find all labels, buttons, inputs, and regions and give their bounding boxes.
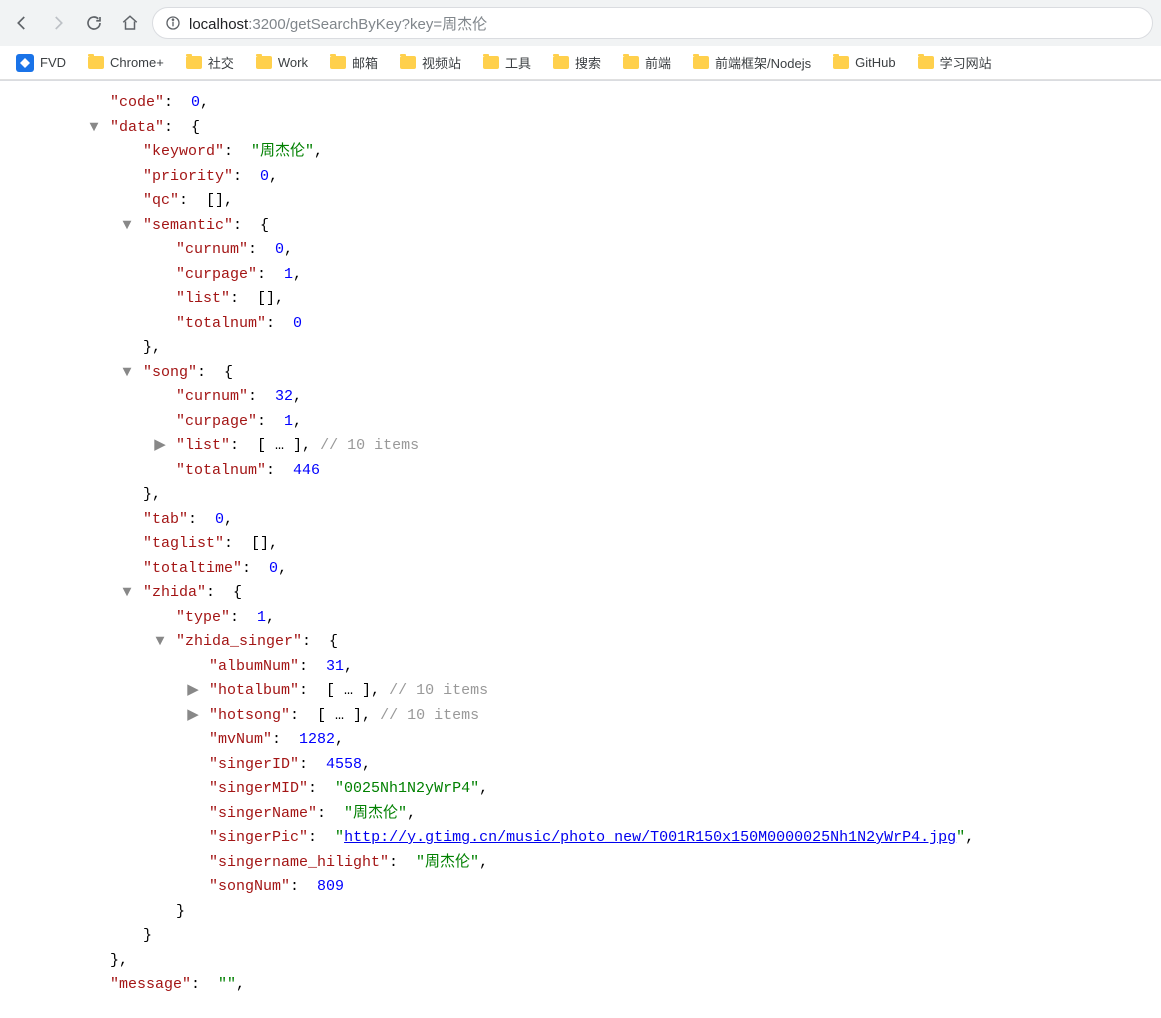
bookmark-工具[interactable]: 工具 <box>475 49 539 76</box>
folder-icon <box>256 56 272 69</box>
json-row: }, <box>40 949 1161 974</box>
bookmark-学习网站[interactable]: 学习网站 <box>910 49 1000 76</box>
bookmark-label: 搜索 <box>575 53 601 72</box>
bookmark-github[interactable]: GitHub <box>825 51 903 74</box>
folder-icon <box>483 56 499 69</box>
folder-icon <box>623 56 639 69</box>
folder-icon <box>88 56 104 69</box>
json-row: ▼"zhida": { <box>40 581 1161 606</box>
json-row: "mvNum": 1282, <box>40 728 1161 753</box>
folder-icon <box>330 56 346 69</box>
json-row: "list": [], <box>40 287 1161 312</box>
json-row: "curpage": 1, <box>40 263 1161 288</box>
json-row: ▶"hotalbum": [ … ], // 10 items <box>40 679 1161 704</box>
toggle-down-icon[interactable]: ▼ <box>121 581 133 606</box>
json-row: "totalnum": 446 <box>40 459 1161 484</box>
toggle-right-icon[interactable]: ▶ <box>187 679 199 704</box>
toggle-down-icon[interactable]: ▼ <box>121 361 133 386</box>
json-row: "totalnum": 0 <box>40 312 1161 337</box>
toggle-down-icon[interactable]: ▼ <box>154 630 166 655</box>
json-row: }, <box>40 336 1161 361</box>
url-text: localhost:3200/getSearchByKey?key=周杰伦 <box>189 13 487 34</box>
site-info-icon[interactable] <box>165 15 181 31</box>
toggle-right-icon[interactable]: ▶ <box>154 434 166 459</box>
fvd-icon <box>16 54 34 72</box>
json-row: "message": "", <box>40 973 1161 998</box>
bookmark-label: 前端 <box>645 53 671 72</box>
bookmark-社交[interactable]: 社交 <box>178 49 242 76</box>
json-row: "songNum": 809 <box>40 875 1161 900</box>
json-row: "curnum": 32, <box>40 385 1161 410</box>
json-row: "curnum": 0, <box>40 238 1161 263</box>
json-row: "albumNum": 31, <box>40 655 1161 680</box>
json-row: "singername_hilight": "周杰伦", <box>40 851 1161 876</box>
browser-chrome: localhost:3200/getSearchByKey?key=周杰伦 FV… <box>0 0 1161 81</box>
json-row: "curpage": 1, <box>40 410 1161 435</box>
json-row: "keyword": "周杰伦", <box>40 140 1161 165</box>
home-button[interactable] <box>116 9 144 37</box>
toggle-right-icon[interactable]: ▶ <box>187 704 199 729</box>
bookmark-label: 工具 <box>505 53 531 72</box>
toggle-down-icon[interactable]: ▼ <box>88 116 100 141</box>
json-viewer: "code": 0, ▼"data": { "keyword": "周杰伦", … <box>0 81 1161 1018</box>
bookmark-前端框架/nodejs[interactable]: 前端框架/Nodejs <box>685 49 819 76</box>
json-row: "qc": [], <box>40 189 1161 214</box>
folder-icon <box>553 56 569 69</box>
json-row: } <box>40 924 1161 949</box>
folder-icon <box>918 56 934 69</box>
bookmark-label: Work <box>278 55 308 70</box>
json-row: ▶"list": [ … ], // 10 items <box>40 434 1161 459</box>
json-row: "singerMID": "0025Nh1N2yWrP4", <box>40 777 1161 802</box>
folder-icon <box>693 56 709 69</box>
json-row: "taglist": [], <box>40 532 1161 557</box>
back-button[interactable] <box>8 9 36 37</box>
bookmark-前端[interactable]: 前端 <box>615 49 679 76</box>
folder-icon <box>186 56 202 69</box>
bookmarks-bar: FVD Chrome+ 社交 Work 邮箱 视频站 工具 搜索 前端 前端框架/Nodejs Gi… <box>0 46 1161 80</box>
json-row: ▶"hotsong": [ … ], // 10 items <box>40 704 1161 729</box>
json-row: "singerName": "周杰伦", <box>40 802 1161 827</box>
json-row: "code": 0, <box>40 91 1161 116</box>
bookmark-视频站[interactable]: 视频站 <box>392 49 469 76</box>
bookmark-work[interactable]: Work <box>248 51 316 74</box>
json-row: "tab": 0, <box>40 508 1161 533</box>
bookmark-label: 学习网站 <box>940 53 992 72</box>
forward-button[interactable] <box>44 9 72 37</box>
singer-pic-link[interactable]: http://y.gtimg.cn/music/photo_new/T001R1… <box>344 829 956 846</box>
bookmark-label: FVD <box>40 55 66 70</box>
json-row: ▼"zhida_singer": { <box>40 630 1161 655</box>
json-row: "priority": 0, <box>40 165 1161 190</box>
bookmark-label: GitHub <box>855 55 895 70</box>
json-row: "singerID": 4558, <box>40 753 1161 778</box>
toolbar: localhost:3200/getSearchByKey?key=周杰伦 <box>0 0 1161 46</box>
json-row: }, <box>40 483 1161 508</box>
folder-icon <box>833 56 849 69</box>
json-row: ▼"data": { <box>40 116 1161 141</box>
bookmark-邮箱[interactable]: 邮箱 <box>322 49 386 76</box>
json-row: } <box>40 900 1161 925</box>
bookmark-label: 社交 <box>208 53 234 72</box>
json-row: "singerPic": "http://y.gtimg.cn/music/ph… <box>40 826 1161 851</box>
toggle-down-icon[interactable]: ▼ <box>121 214 133 239</box>
bookmark-chrome+[interactable]: Chrome+ <box>80 51 172 74</box>
json-row: ▼"semantic": { <box>40 214 1161 239</box>
reload-button[interactable] <box>80 9 108 37</box>
bookmark-label: 邮箱 <box>352 53 378 72</box>
bookmark-label: 前端框架/Nodejs <box>715 53 811 72</box>
bookmark-label: Chrome+ <box>110 55 164 70</box>
json-row: "totaltime": 0, <box>40 557 1161 582</box>
bookmark-搜索[interactable]: 搜索 <box>545 49 609 76</box>
folder-icon <box>400 56 416 69</box>
json-row: ▼"song": { <box>40 361 1161 386</box>
bookmark-fvd[interactable]: FVD <box>8 50 74 76</box>
bookmark-label: 视频站 <box>422 53 461 72</box>
address-bar[interactable]: localhost:3200/getSearchByKey?key=周杰伦 <box>152 7 1153 39</box>
json-row: "type": 1, <box>40 606 1161 631</box>
